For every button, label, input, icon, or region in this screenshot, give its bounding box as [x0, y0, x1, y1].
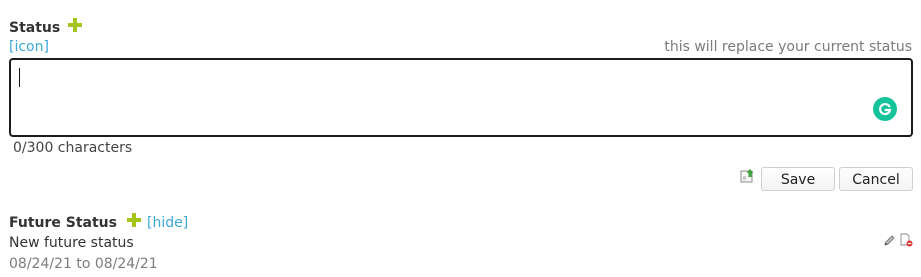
add-future-status-plus-icon[interactable]: [127, 213, 141, 227]
pencil-icon[interactable]: [883, 234, 896, 247]
future-status-text: New future status: [9, 235, 134, 251]
delete-icon[interactable]: [899, 233, 913, 247]
cancel-button[interactable]: Cancel: [839, 167, 913, 191]
add-status-plus-icon[interactable]: [68, 18, 82, 32]
future-status-title: Future Status: [9, 215, 117, 231]
status-title: Status: [9, 20, 61, 36]
character-counter: 0/300 characters: [13, 140, 133, 156]
text-cursor: [19, 68, 20, 87]
future-status-date-range: 08/24/21 to 08/24/21: [9, 256, 158, 272]
future-status-heading: Future Status: [9, 214, 117, 232]
hide-future-status-link[interactable]: [hide]: [147, 214, 188, 232]
save-button[interactable]: Save: [761, 167, 835, 191]
status-heading: Status: [9, 19, 60, 37]
status-icon-link[interactable]: [icon]: [9, 38, 49, 56]
status-input[interactable]: [9, 58, 913, 137]
upload-icon[interactable]: [740, 168, 755, 183]
grammarly-icon[interactable]: [873, 97, 897, 121]
status-replace-hint: this will replace your current status: [664, 39, 912, 55]
